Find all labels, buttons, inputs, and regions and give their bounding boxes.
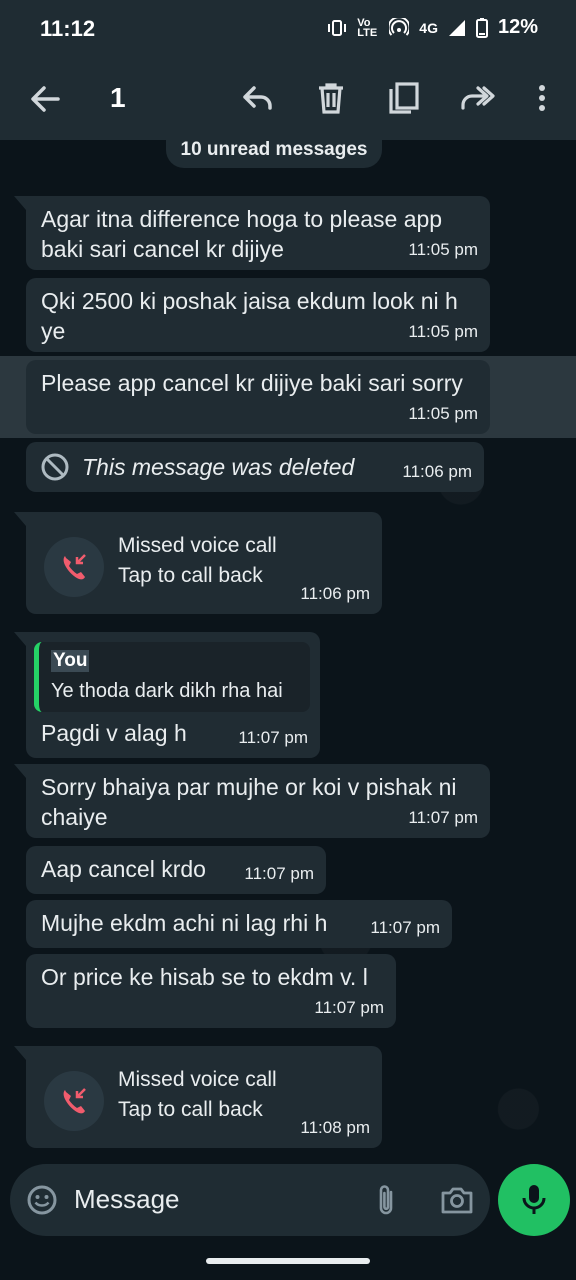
missed-call-icon-wrap	[44, 537, 104, 597]
quoted-author: You	[51, 650, 90, 672]
back-arrow-icon[interactable]	[28, 80, 62, 118]
message-bubble[interactable]: Mujhe ekdm achi ni lag rhi h 11:07 pm	[26, 900, 452, 948]
message-text: Agar itna difference hoga to please app …	[41, 206, 443, 262]
voice-record-button[interactable]	[498, 1164, 570, 1236]
missed-call-icon	[63, 1088, 86, 1114]
message-input[interactable]: Message	[74, 1184, 180, 1215]
message-text: This message was deleted	[82, 454, 355, 480]
call-title: Missed voice call	[118, 1068, 277, 1091]
message-time: 11:06 pm	[300, 584, 370, 603]
blocked-icon	[41, 453, 69, 481]
message-time: 11:07 pm	[370, 918, 440, 937]
message-time: 11:07 pm	[314, 998, 384, 1017]
volte-indicator: Vo LTE	[357, 16, 378, 39]
message-bubble[interactable]: Qki 2500 ki poshak jaisa ekdum look ni h…	[26, 278, 490, 352]
selection-app-bar: 1	[0, 58, 576, 140]
reply-message-bubble[interactable]: You Ye thoda dark dikh rha hai Pagdi v a…	[14, 632, 320, 758]
bubble-tail	[14, 632, 26, 646]
message-text: Aap cancel krdo	[41, 856, 206, 882]
copy-icon[interactable]	[386, 80, 422, 116]
message-composer[interactable]: Message	[10, 1164, 490, 1236]
deleted-message-bubble[interactable]: This message was deleted 11:06 pm	[26, 442, 484, 492]
message-text: Pagdi v alag h	[41, 720, 187, 746]
emoji-icon[interactable]	[26, 1184, 58, 1216]
message-time: 11:05 pm	[408, 322, 478, 341]
network-type: 4G	[419, 19, 438, 36]
bubble-tail	[14, 1046, 26, 1060]
message-text: Or price ke hisab se to ekdm v. l	[41, 964, 368, 990]
message-time: 11:07 pm	[238, 728, 308, 747]
attach-icon[interactable]	[372, 1182, 400, 1218]
quoted-text: Ye thoda dark dikh rha hai	[51, 680, 283, 702]
battery-percent: 12%	[497, 16, 538, 38]
message-bubble[interactable]: Agar itna difference hoga to please app …	[14, 196, 490, 270]
status-time: 11:12	[40, 16, 96, 41]
forward-icon[interactable]	[460, 80, 496, 116]
call-title: Missed voice call	[118, 534, 277, 557]
unread-messages-banner: 10 unread messages	[166, 134, 382, 168]
message-time: 11:07 pm	[244, 864, 314, 883]
message-time: 11:05 pm	[408, 404, 478, 423]
status-bar: 11:12 Vo LTE 4G 12%	[0, 0, 576, 58]
missed-call-icon-wrap	[44, 1071, 104, 1131]
quoted-message[interactable]: You Ye thoda dark dikh rha hai	[34, 642, 310, 712]
message-time: 11:05 pm	[408, 240, 478, 259]
message-text: Qki 2500 ki poshak jaisa ekdum look ni h…	[41, 288, 458, 344]
message-bubble-selected[interactable]: Please app cancel kr dijiye baki sari so…	[26, 360, 490, 434]
message-text: Mujhe ekdm achi ni lag rhi h	[41, 910, 328, 936]
message-text: Please app cancel kr dijiye baki sari so…	[41, 370, 463, 396]
message-text: Sorry bhaiya par mujhe or koi v pishak n…	[41, 774, 457, 830]
hotspot-icon	[389, 17, 410, 36]
home-indicator[interactable]	[206, 1258, 370, 1264]
status-icons: Vo LTE 4G 12%	[327, 16, 538, 39]
message-bubble[interactable]: Or price ke hisab se to ekdm v. l 11:07 …	[26, 954, 396, 1028]
message-bubble[interactable]: Sorry bhaiya par mujhe or koi v pishak n…	[14, 764, 490, 838]
camera-icon[interactable]	[440, 1184, 474, 1216]
message-time: 11:07 pm	[408, 808, 478, 827]
mic-icon	[522, 1185, 546, 1214]
missed-call-bubble[interactable]: Missed voice call Tap to call back 11:08…	[14, 1046, 382, 1148]
delete-icon[interactable]	[313, 80, 349, 116]
battery-icon	[475, 17, 488, 38]
call-subtitle: Tap to call back	[118, 564, 263, 587]
selected-count: 1	[110, 82, 126, 113]
bubble-tail	[14, 764, 26, 778]
missed-call-bubble[interactable]: Missed voice call Tap to call back 11:06…	[14, 512, 382, 614]
call-subtitle: Tap to call back	[118, 1098, 263, 1121]
message-time: 11:08 pm	[300, 1118, 370, 1137]
message-time: 11:06 pm	[402, 462, 472, 481]
bubble-tail	[14, 512, 26, 526]
more-vert-icon[interactable]	[524, 80, 560, 116]
vibrate-icon	[328, 19, 347, 36]
signal-icon	[448, 19, 465, 36]
bubble-tail	[14, 196, 26, 210]
missed-call-icon	[63, 554, 86, 580]
reply-icon[interactable]	[240, 80, 276, 116]
message-bubble[interactable]: Aap cancel krdo 11:07 pm	[26, 846, 326, 894]
